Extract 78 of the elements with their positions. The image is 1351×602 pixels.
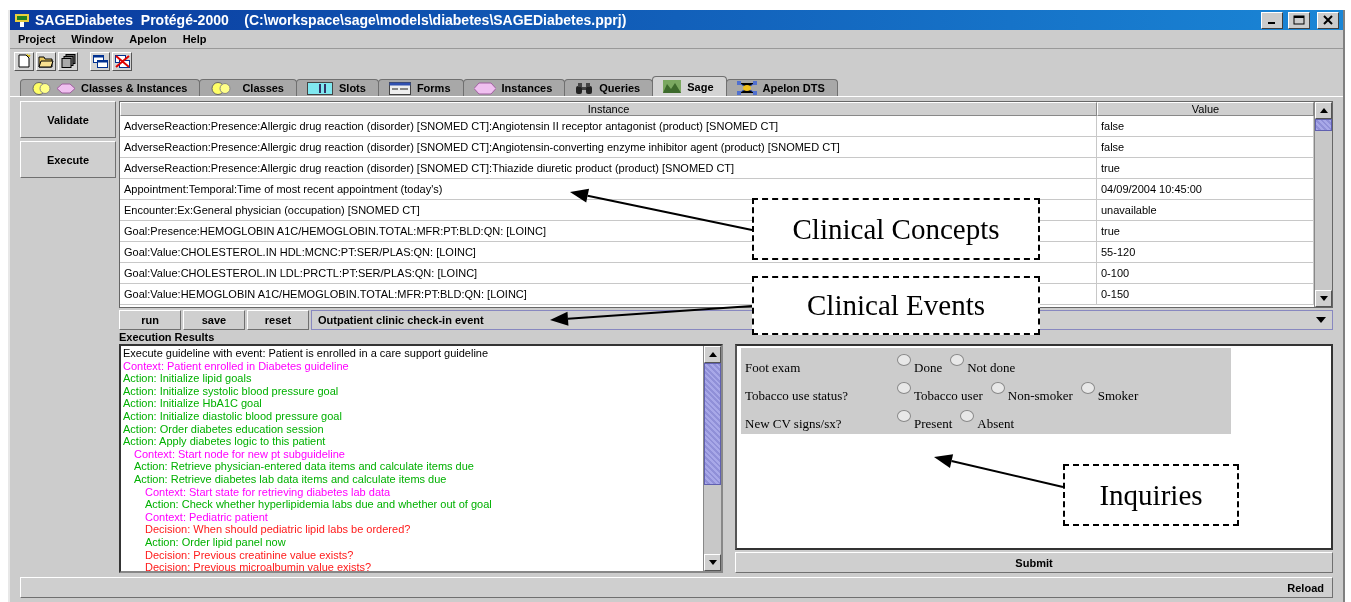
menu-item[interactable]: Project [18,33,56,45]
instances-icon [473,81,496,95]
up-arrow-icon[interactable] [708,352,717,357]
radio-option[interactable]: Done [897,354,943,376]
question-label: Foot exam [745,359,802,376]
log-line: Action: Apply diabetes logic to this patient [123,435,327,448]
binoculars-icon [575,81,594,95]
radio-option[interactable]: Tobacco user [897,382,983,404]
log-line: Action: Initialize diastolic blood pressure goal [123,409,343,423]
tab[interactable]: Apelon DTS [725,79,838,96]
question-label: Tobacco use status? [745,387,850,404]
log-line: Action: Order lipid panel now [144,535,287,549]
log-line: Action: Retrieve physician-entered data items and calculate items due [133,460,475,473]
tab[interactable]: Instances [462,79,566,96]
down-arrow-icon[interactable] [1319,296,1328,301]
tab[interactable]: Queries [564,79,654,96]
log-line: Decision: Previous microalbumin value exists? [144,561,373,574]
table-cell: AdverseReaction:Presence:Allergic drug reaction (disorder) [SNOMED CT]:Thiazide diuretic product (product) [SNOMED CT] [120,158,1097,178]
landscape-icon [663,80,682,93]
up-arrow-icon[interactable] [1319,108,1328,113]
log-line: Context: Start state for retrieving diabetes lab data [144,485,392,499]
action-button[interactable]: reset [247,310,309,330]
maximize-icon[interactable] [1293,15,1305,25]
log-line: Action: Order diabetes education session [123,422,325,436]
question-label: New CV signs/sx? [745,415,843,432]
close-icon[interactable] [1323,15,1333,25]
scroll-thumb[interactable] [704,363,721,485]
action-button[interactable]: run [119,310,181,330]
log-line: Decision: When should pediatric lipid labs be ordered? [144,523,412,536]
menu-item[interactable]: Window [71,33,114,45]
window-title: SAGEDiabetes Protégé-2000 (C:\workspace\sage\models\diabetes\SAGEDiabetes.pprj) [35,12,628,28]
scroll-thumb[interactable] [1315,119,1332,131]
tab[interactable]: Sage [652,76,727,96]
section-label: Execution Results [119,330,216,344]
tab[interactable]: Classes [199,79,297,96]
radio-option[interactable]: Not done [950,354,1016,376]
log-line: Context: Pediatric patient [144,510,269,524]
log-line: Execute guideline with event: Patient is enrolled in a care support guideline [123,347,490,360]
menu-item[interactable]: Apelon [129,33,167,45]
callout-box: Clinical Concepts [752,198,1040,260]
radio-option[interactable]: Present [897,410,953,432]
log-line: Action: Check whether hyperlipidemia labs due and whether out of goal [144,498,493,511]
minimize-button[interactable] [1261,11,1283,29]
submit-button[interactable]: Submit [735,552,1333,573]
action-button[interactable]: save [183,310,245,330]
table-cell: AdverseReaction:Presence:Allergic drug reaction (disorder) [SNOMED CT]:Angiotensin II receptor antagonist (product) [SNOMED CT] [120,116,1097,136]
log-line: Action: Initialize systolic blood pressure goal [123,384,340,398]
callout-box: Inquiries [1063,464,1239,526]
side-button[interactable]: Validate [20,101,116,138]
log-line: Context: Patient enrolled in Diabetes guideline [123,359,350,373]
radio-option[interactable]: Non-smoker [990,382,1073,404]
tab[interactable]: Classes & Instances [20,79,201,96]
side-button[interactable]: Execute [20,141,116,178]
forms-icon [388,81,411,95]
log-line: Action: Initialize lipid goals [123,372,253,385]
log-line: Context: Start node for new pt subguideline [133,447,346,461]
radio-option[interactable]: Smoker [1080,382,1139,404]
log-line: Decision: Previous creatinine value exists? [144,548,355,562]
menu-item[interactable]: Help [182,33,207,45]
close-button[interactable] [1317,11,1339,29]
table-cell: AdverseReaction:Presence:Allergic drug reaction (disorder) [SNOMED CT]:Angiotensin-converting enzyme inhibitor agent (product) [SNOMED CT] [120,137,1097,157]
caret-icon[interactable] [1316,317,1326,323]
app-logo-icon [14,12,30,28]
log-line: Action: Initialize HbA1C goal [123,397,263,410]
tab[interactable]: Forms [377,79,464,96]
scrollbar[interactable] [703,346,721,571]
reload-button[interactable]: Reload [20,577,1333,598]
slots-icon [307,81,333,95]
column-header[interactable]: Instance [120,102,1097,116]
network-icon [736,81,757,95]
classes-instances-icon [31,81,75,95]
column-header[interactable]: Value [1097,102,1314,116]
down-arrow-icon[interactable] [708,560,717,565]
maximize-button[interactable] [1288,11,1310,29]
log-line: Action: Retrieve diabetes lab data items and calculate items due [133,472,448,486]
scrollbar[interactable] [1314,102,1332,307]
tab[interactable]: Slots [296,79,379,96]
radio-option[interactable]: Absent [960,410,1015,432]
